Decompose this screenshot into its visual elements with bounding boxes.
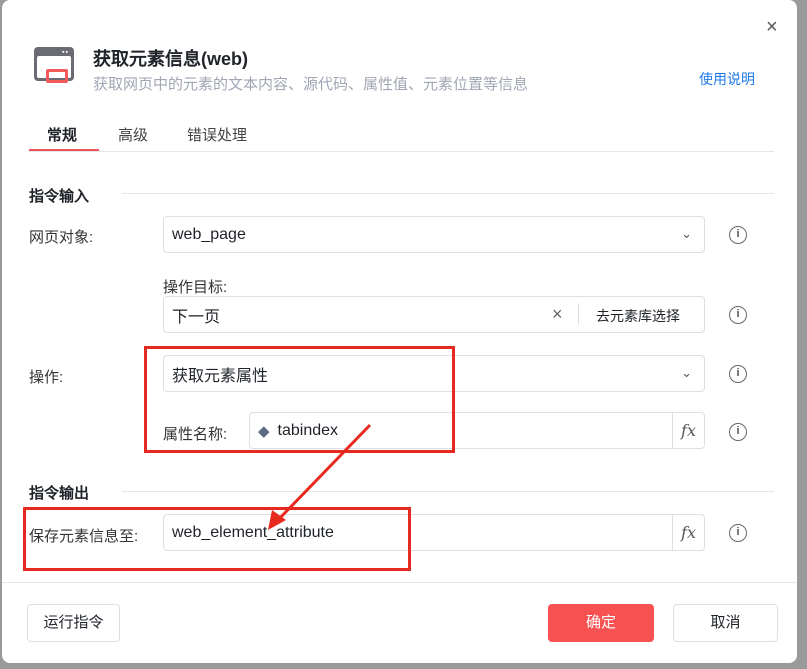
annotation-arrow <box>268 423 372 530</box>
